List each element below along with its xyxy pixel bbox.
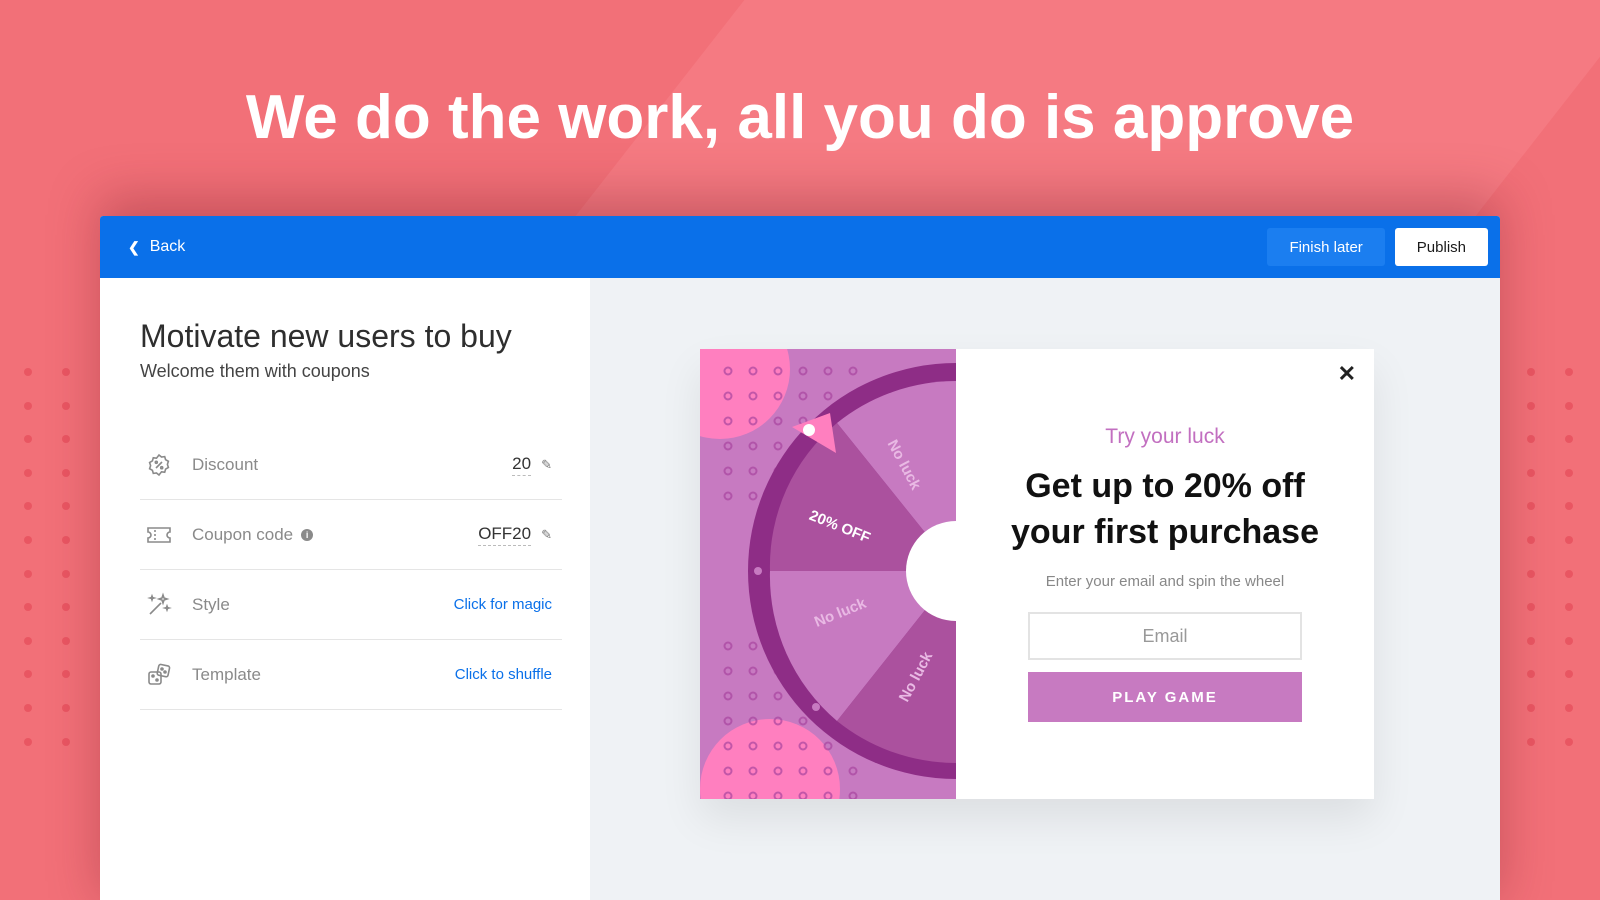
decorative-dot [24,603,32,612]
setting-style: Style Click for magic [140,570,562,640]
close-icon[interactable]: ✕ [1338,361,1356,387]
decorative-dot [1565,704,1573,712]
decorative-dot [1565,603,1573,612]
decorative-dot [1565,368,1573,376]
decorative-dot [1565,401,1573,410]
decorative-dot [62,569,70,578]
offer-heading: Get up to 20% off your first purchase [956,463,1374,555]
decorative-dot [24,468,32,477]
decorative-dot [1565,569,1573,578]
ticket-icon [146,522,172,548]
decorative-dot [24,435,32,444]
preview-area: No luck 20% OFF No luck No luck ✕ Try yo… [590,278,1500,900]
decorative-dot [1527,502,1535,511]
decorative-dot [1527,569,1535,578]
magic-wand-icon [146,591,172,618]
offer-line-1: Get up to 20% off [1025,467,1305,505]
panel-title: Motivate new users to buy [140,318,512,354]
percent-badge-icon [146,452,172,478]
discount-value[interactable]: 20 [512,454,532,476]
coupon-code-label: Coupon code [192,524,294,544]
decorative-dot [1565,670,1573,679]
offer-line-2: your first purchase [1011,513,1319,551]
setting-discount: Discount 20 ✎ [140,430,562,500]
back-label: Back [149,238,186,255]
back-button[interactable]: ❮ Back [128,238,185,256]
decorative-dot [62,704,70,712]
decorative-dot [62,468,70,477]
decorative-dot [62,536,70,544]
decorative-dot [62,636,70,645]
decorative-dot [24,569,32,578]
decorative-dot [1565,502,1573,511]
spin-wheel: No luck 20% OFF No luck No luck [700,349,956,799]
decorative-dot [1565,536,1573,544]
decorative-dot [1527,704,1535,712]
setting-coupon-code: Coupon code i OFF20 ✎ [140,500,562,570]
pencil-icon[interactable]: ✎ [541,527,552,543]
panel-subtitle: Welcome them with coupons [140,361,370,381]
decorative-dot [24,401,32,410]
top-bar: ❮ Back Finish later Publish [100,216,1500,278]
click-for-magic-link[interactable]: Click for magic [454,596,552,613]
discount-label: Discount [192,454,259,474]
decorative-dot [1565,435,1573,444]
settings-panel: Motivate new users to buy Welcome them w… [100,278,590,900]
settings-list: Discount 20 ✎ Coupon code i OFF20 ✎ Styl… [140,430,562,710]
click-to-shuffle-link[interactable]: Click to shuffle [455,666,552,683]
decorative-dot [24,670,32,679]
decorative-dot [1565,468,1573,477]
setting-template: Template Click to shuffle [140,640,562,710]
decorative-dot [62,670,70,679]
decorative-dot [62,401,70,410]
decorative-dot [62,435,70,444]
decorative-dot [62,368,70,376]
dice-icon [146,662,172,688]
decorative-dot [1565,636,1573,645]
template-label: Template [192,664,261,684]
chevron-left-icon: ❮ [128,238,140,255]
decorative-dot [24,636,32,645]
play-game-button[interactable]: PLAY GAME [1028,672,1302,722]
finish-later-button[interactable]: Finish later [1267,228,1385,266]
decorative-dot [24,368,32,376]
decorative-dot [24,704,32,712]
decorative-dot [62,737,70,746]
decorative-dot [1527,468,1535,477]
decorative-dot [24,737,32,746]
decorative-dot [1527,603,1535,612]
decorative-dot [62,603,70,612]
hint-text: Enter your email and spin the wheel [1045,573,1285,590]
headline: We do the work, all you do is approve [245,83,1355,152]
popup-preview: No luck 20% OFF No luck No luck ✕ Try yo… [700,349,1374,799]
coupon-code-value[interactable]: OFF20 [478,524,532,546]
decorative-dot [1527,368,1535,376]
popup-content: ✕ Try your luck Get up to 20% off your f… [956,349,1374,799]
coupon-code-label-wrap: Coupon code i [192,525,478,545]
decorative-dot [1527,401,1535,410]
decorative-dot [1527,670,1535,679]
decorative-dot [62,502,70,511]
info-icon[interactable]: i [301,528,314,541]
decorative-dot [24,502,32,511]
editor-window: ❮ Back Finish later Publish Motivate new… [100,216,1500,900]
pencil-icon[interactable]: ✎ [541,457,552,473]
top-actions: Finish later Publish [1267,228,1488,266]
publish-button[interactable]: Publish [1394,228,1488,266]
decorative-dot [1527,737,1535,746]
decorative-dot [1527,435,1535,444]
style-label: Style [192,594,230,614]
decorative-dot [1565,737,1573,746]
try-your-luck-text: Try your luck [1105,425,1225,448]
decorative-dot [1527,636,1535,645]
decorative-dot [1527,536,1535,544]
decorative-dot [24,536,32,544]
email-field[interactable] [1028,612,1302,660]
